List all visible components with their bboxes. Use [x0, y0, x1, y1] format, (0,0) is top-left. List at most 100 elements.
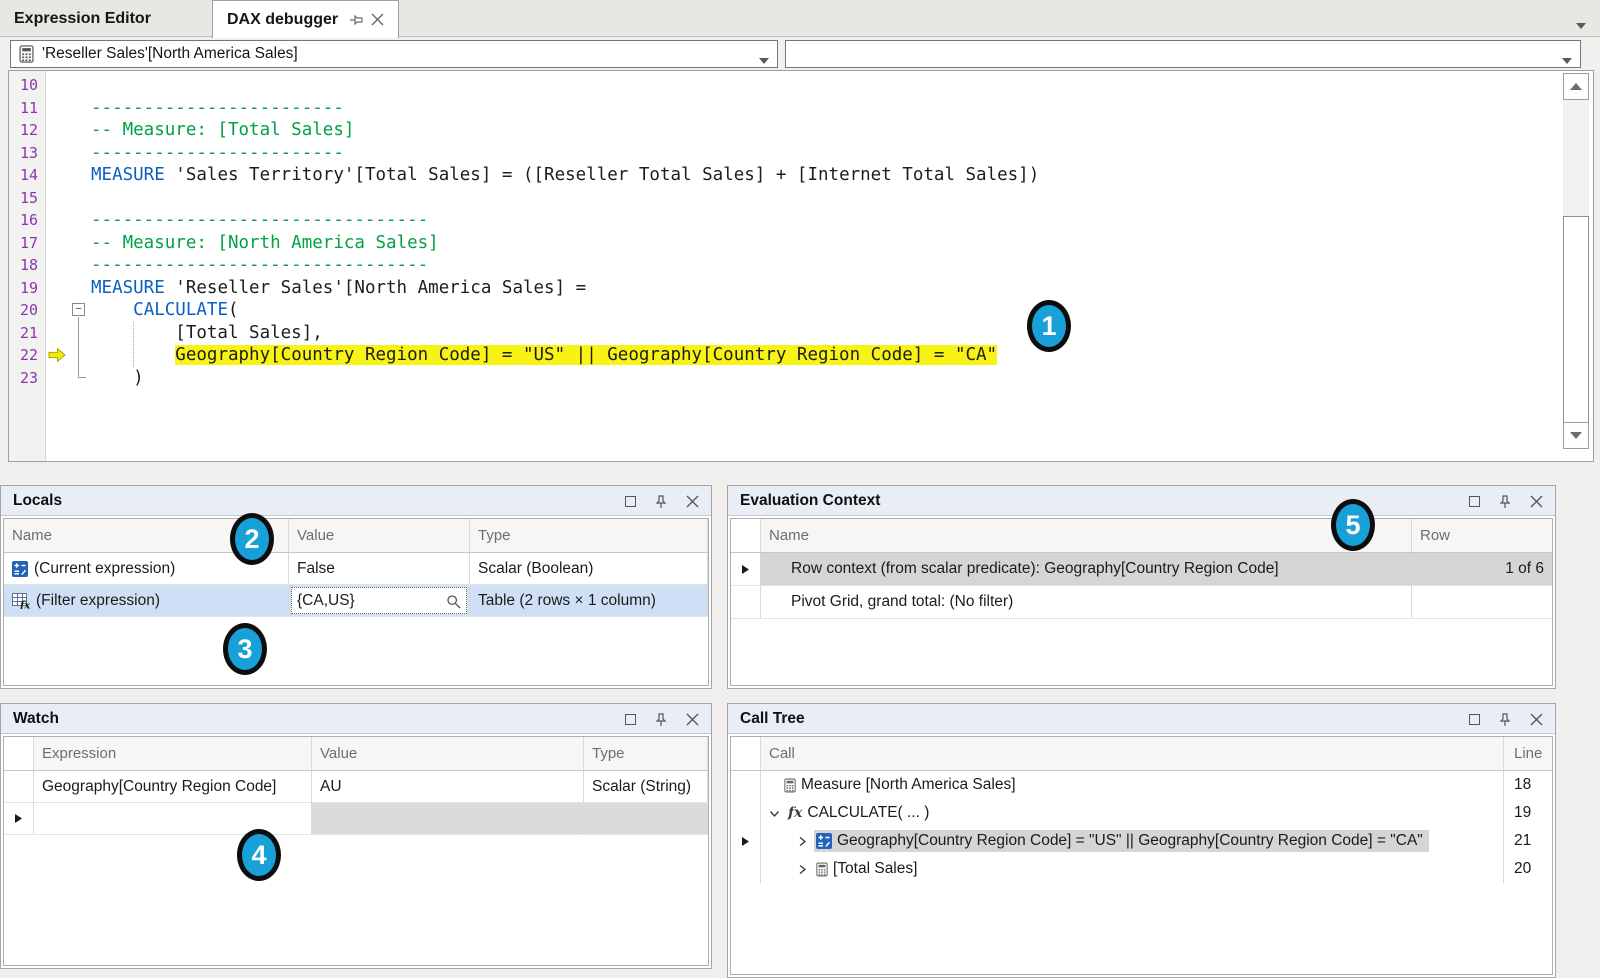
- watch-row[interactable]: [4, 803, 708, 835]
- close-icon[interactable]: [685, 712, 699, 726]
- pin-icon[interactable]: [654, 712, 668, 726]
- editor-vscroll[interactable]: [1563, 73, 1589, 449]
- call-tree-row[interactable]: Measure [North America Sales]18: [731, 771, 1552, 799]
- line-number: 11: [9, 97, 45, 120]
- code-line-11[interactable]: ------------------------: [91, 97, 1553, 120]
- column-header[interactable]: Line: [1504, 737, 1552, 770]
- call-line-number: 19: [1514, 804, 1531, 822]
- scroll-down-button[interactable]: [1563, 422, 1589, 449]
- context-name: Row context (from scalar predicate): Geo…: [791, 560, 1279, 578]
- code-lines[interactable]: -------------------------- Measure: [Tot…: [91, 74, 1553, 389]
- chevron-right-icon[interactable]: [795, 863, 810, 876]
- watch-row[interactable]: Geography[Country Region Code]AUScalar (…: [4, 771, 708, 803]
- column-header[interactable]: Name: [761, 519, 1412, 552]
- code-line-18[interactable]: --------------------------------: [91, 254, 1553, 277]
- maximize-icon[interactable]: [623, 494, 637, 508]
- locals-grid: Name Value Type (Current expression)Fals…: [3, 518, 709, 686]
- row-count: 1 of 6: [1505, 560, 1544, 578]
- watch-header: Expression Value Type: [4, 737, 708, 771]
- close-icon[interactable]: [685, 494, 699, 508]
- code-segment: CALCULATE: [133, 300, 228, 320]
- code-line-10[interactable]: [91, 74, 1553, 97]
- maximize-icon[interactable]: [1467, 712, 1481, 726]
- column-header[interactable]: Row: [1412, 519, 1552, 552]
- pin-icon[interactable]: [350, 13, 364, 27]
- code-segment: -- Measure: [Total Sales]: [91, 120, 354, 140]
- column-header[interactable]: Value: [289, 519, 470, 552]
- locals-row[interactable]: fx(Filter expression){CA,US}Table (2 row…: [4, 585, 708, 617]
- fold-line: [78, 317, 86, 378]
- call-tree-titlebar: Call Tree: [728, 704, 1555, 734]
- code-line-14[interactable]: MEASURE 'Sales Territory'[Total Sales] =…: [91, 164, 1553, 187]
- evaluation-context-panel: Evaluation Context Name Row Row context …: [727, 485, 1556, 689]
- line-number: 23: [9, 367, 45, 390]
- code-line-12[interactable]: -- Measure: [Total Sales]: [91, 119, 1553, 142]
- value-editor[interactable]: {CA,US}: [291, 587, 467, 614]
- panel-title: Watch: [13, 710, 59, 728]
- magnifier-icon[interactable]: [446, 594, 462, 610]
- watch-grid: Expression Value Type Geography[Country …: [3, 736, 709, 966]
- row-marker-icon: [14, 813, 23, 824]
- call-label: CALCULATE( ... ): [807, 804, 929, 822]
- filter-expression-icon: fx: [12, 593, 30, 609]
- value-text: False: [297, 560, 335, 578]
- column-header[interactable]: Type: [584, 737, 708, 770]
- window-dropdown-icon[interactable]: [1576, 16, 1586, 34]
- annotation-callout-3: 3: [223, 623, 267, 675]
- calculator-icon: [19, 45, 34, 63]
- code-line-23[interactable]: ): [91, 367, 1553, 390]
- chevron-right-icon[interactable]: [795, 835, 810, 848]
- panel-title: Call Tree: [740, 710, 805, 728]
- close-icon[interactable]: [1529, 494, 1543, 508]
- line-number: 14: [9, 164, 45, 187]
- scroll-thumb[interactable]: [1563, 216, 1589, 426]
- line-number: 21: [9, 322, 45, 345]
- call-tree-header: Call Line: [731, 737, 1552, 771]
- tab-label: Expression Editor: [14, 10, 151, 28]
- code-line-20[interactable]: CALCULATE(: [91, 299, 1553, 322]
- expression-selector[interactable]: 'Reseller Sales'[North America Sales]: [10, 40, 778, 68]
- line-number: 17: [9, 232, 45, 255]
- pin-icon[interactable]: [1498, 712, 1512, 726]
- watch-value: AU: [320, 778, 342, 796]
- code-segment: ------------------------: [91, 98, 344, 118]
- code-line-21[interactable]: [Total Sales],: [91, 322, 1553, 345]
- scroll-up-button[interactable]: [1563, 73, 1589, 100]
- column-header[interactable]: Value: [312, 737, 584, 770]
- tab-bar: Expression Editor DAX debugger: [0, 0, 1600, 37]
- code-line-13[interactable]: ------------------------: [91, 142, 1553, 165]
- fold-collapse-toggle[interactable]: −: [72, 303, 85, 316]
- chevron-down-icon[interactable]: [759, 51, 769, 69]
- code-segment: 'Reseller Sales'[North America Sales] =: [165, 278, 586, 298]
- column-header[interactable]: Expression: [34, 737, 312, 770]
- call-tree-row[interactable]: Geography[Country Region Code] = "US" ||…: [731, 827, 1552, 855]
- close-icon[interactable]: [370, 13, 384, 27]
- code-line-17[interactable]: -- Measure: [North America Sales]: [91, 232, 1553, 255]
- code-line-15[interactable]: [91, 187, 1553, 210]
- secondary-selector[interactable]: [785, 40, 1581, 68]
- maximize-icon[interactable]: [623, 712, 637, 726]
- chevron-down-icon[interactable]: [767, 807, 782, 820]
- code-segment: MEASURE: [91, 278, 165, 298]
- code-line-22[interactable]: Geography[Country Region Code] = "US" ||…: [91, 344, 1553, 367]
- variable-name: (Filter expression): [36, 592, 160, 610]
- evaluation-context-row[interactable]: Pivot Grid, grand total: (No filter): [731, 586, 1552, 619]
- locals-row[interactable]: (Current expression)FalseScalar (Boolean…: [4, 553, 708, 585]
- call-tree-row[interactable]: [Total Sales]20: [731, 855, 1552, 883]
- evaluation-context-row[interactable]: Row context (from scalar predicate): Geo…: [731, 553, 1552, 586]
- chevron-down-icon[interactable]: [1562, 51, 1572, 69]
- pin-icon[interactable]: [654, 494, 668, 508]
- column-header[interactable]: Call: [761, 737, 1504, 770]
- column-header[interactable]: Type: [470, 519, 708, 552]
- close-icon[interactable]: [1529, 712, 1543, 726]
- code-segment: [91, 300, 133, 320]
- code-line-19[interactable]: MEASURE 'Reseller Sales'[North America S…: [91, 277, 1553, 300]
- line-number: 18: [9, 254, 45, 277]
- pin-icon[interactable]: [1498, 494, 1512, 508]
- tab-expression-editor[interactable]: Expression Editor: [0, 0, 212, 37]
- call-tree-row[interactable]: fxCALCULATE( ... )19: [731, 799, 1552, 827]
- maximize-icon[interactable]: [1467, 494, 1481, 508]
- code-line-16[interactable]: --------------------------------: [91, 209, 1553, 232]
- code-editor[interactable]: 1011121314151617181920212223 -----------…: [8, 70, 1594, 462]
- tab-dax-debugger[interactable]: DAX debugger: [212, 0, 399, 38]
